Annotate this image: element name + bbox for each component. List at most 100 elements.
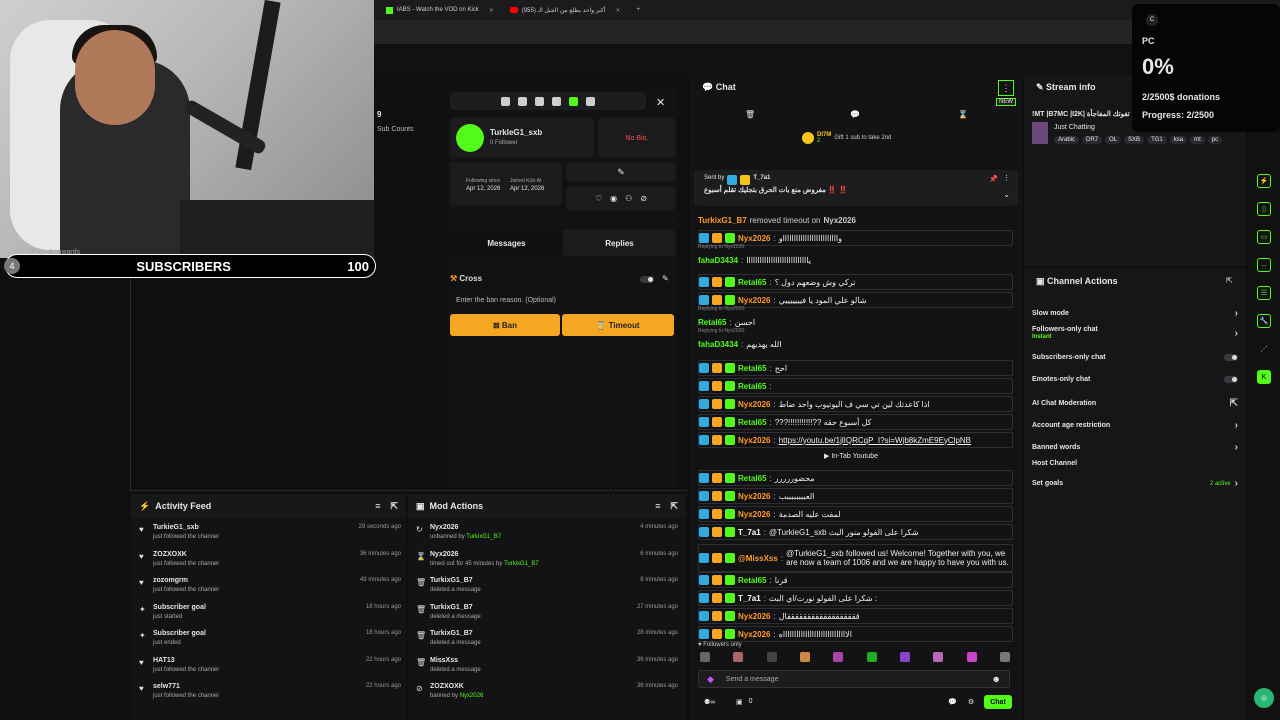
emote[interactable] [933, 652, 944, 662]
chat-username[interactable]: Nyx2026 [738, 400, 770, 409]
subscribers-only-chat[interactable]: Subscribers-only chat [1032, 354, 1238, 361]
layout-icon[interactable]: ☰ [1257, 286, 1271, 300]
emoji-icon[interactable]: ◆ [707, 674, 714, 685]
close-icon[interactable]: ✕ [615, 7, 620, 14]
activity-item[interactable]: ♥ HAT13 just followed the channel 22 hours … [139, 655, 401, 681]
activity-item[interactable]: ✦ Subscriber goal just started 18 hours ago [139, 602, 401, 628]
subscribers-only-toggle[interactable] [1224, 354, 1238, 361]
chat-username[interactable]: Retal65 [738, 364, 766, 373]
chat-bubble-icon[interactable]: 💬 [850, 110, 860, 119]
heart-icon[interactable]: ♡ [595, 194, 602, 203]
pin-icon[interactable]: 📌 [989, 175, 998, 183]
emote[interactable] [833, 652, 844, 662]
intab-youtube[interactable]: ▶ In-Tab Youtube [824, 452, 878, 460]
chat-username[interactable]: Nyx2026 [738, 296, 770, 305]
close-icon[interactable]: ✕ [489, 7, 494, 14]
ban-reason-input[interactable]: Enter the ban reason. (Optional) [450, 292, 676, 310]
stream-tag[interactable]: OL [1105, 136, 1122, 144]
smile-icon[interactable]: ☻ [992, 674, 1001, 684]
tab-youtube[interactable]: أكبر واحد يطلع من الجبل الـ (955) ✕ [504, 2, 627, 18]
more-icon[interactable]: ⋮ [1003, 174, 1010, 182]
mod-action-item[interactable]: ⌛ Nyx2026 timed out for 45 minutes by Turk… [416, 549, 678, 575]
chat-message[interactable]: fahaD3434: الله يهديهم [698, 336, 1013, 352]
arrows-icon[interactable]: ↔ [1257, 258, 1271, 272]
chat-message[interactable]: Retal65:???!!!!!!!!!!!?? كل أسبوع حقه [698, 414, 1013, 430]
activity-item[interactable]: ✦ Subscriber goal just ended 18 hours ago [139, 628, 401, 654]
followers-only-chat[interactable]: Followers-only chat Instant › [1032, 326, 1238, 340]
gift-banner[interactable]: DI7M 2 Gift 1 sub to take 2nd [802, 132, 891, 144]
chat-message[interactable]: Retal65: احح [698, 360, 1013, 376]
phone-icon[interactable]: ▯ [1257, 202, 1271, 216]
chat-send-button[interactable]: Chat [984, 695, 1012, 709]
emote[interactable] [866, 652, 877, 662]
chat-username[interactable]: Nyx2026 [738, 630, 770, 639]
chat-message[interactable]: Nyx2026: الاااااااااااااااااااااااااااااه [698, 626, 1013, 642]
mod-action-item[interactable]: 🗑 TurkixG1_B7 deleted a message 28 minutes… [416, 628, 678, 654]
chat-username[interactable]: fahaD3434 [698, 340, 738, 349]
chat-message[interactable]: Retal65: تركي وش وضعهم دول ؟ [698, 274, 1013, 290]
chat-message[interactable]: Nyx2026: ققققققققققققققققققال [698, 608, 1013, 624]
popout-icon[interactable]: ⇱ [390, 501, 398, 512]
emote[interactable] [766, 652, 777, 662]
ai-chat-moderation[interactable]: AI Chat Moderation ⇱ [1032, 398, 1238, 409]
users-icon[interactable]: ⚉∞ [704, 698, 715, 706]
stream-tag[interactable]: DR7 [1082, 136, 1103, 144]
emote[interactable] [966, 652, 977, 662]
emotes-only-chat[interactable]: Emotes-only chat [1032, 376, 1238, 383]
chat-username[interactable]: Retal65 [738, 474, 766, 483]
activity-item[interactable]: ♥ TurkieG1_sxb just followed the channel 29… [139, 522, 401, 548]
chat-username[interactable]: Retal65 [738, 576, 766, 585]
chat-message[interactable]: Retal65: قرنا [698, 572, 1013, 588]
chat-message[interactable]: Retal65: محضوررررر [698, 470, 1013, 486]
ban-button[interactable]: ⊠ Ban [450, 314, 560, 336]
chat-message[interactable]: @MissXss: @TurkieG1_sxb followed us! Welc… [698, 544, 1013, 572]
chat-username[interactable]: Retal65 [738, 382, 766, 391]
users-icon[interactable]: ⚇ [625, 194, 632, 203]
gear-icon[interactable]: ⚙ [968, 698, 974, 706]
chat-username[interactable]: Nyx2026 [738, 492, 770, 501]
host-channel[interactable]: Host Channel [1032, 460, 1238, 467]
chat-message[interactable]: fahaD3434: ياااااااااااااااااااااااااااا [698, 252, 1013, 268]
hammer-icon[interactable] [586, 96, 595, 106]
emote[interactable] [700, 652, 710, 662]
share-icon[interactable]: ⋰ [1257, 342, 1271, 356]
username[interactable]: TurkleG1_sxb [490, 128, 542, 137]
chat-message[interactable]: T_7a1: شكرا على الفولو نورت/اي البث : [698, 590, 1013, 606]
stream-tag[interactable]: TG1 [1147, 136, 1167, 144]
mod-action-item[interactable]: 🗑 TurkixG1_B7 deleted a message 8 minutes … [416, 575, 678, 601]
emote[interactable] [799, 652, 810, 662]
chat-message[interactable]: Nyx2026: اذا كاعدتك لين تي سي ف اليوتيوب … [698, 396, 1013, 412]
chat-username[interactable]: Nyx2026 [738, 510, 770, 519]
filter-icon[interactable]: ≡ [655, 501, 660, 511]
chat-message[interactable]: Retal65: [698, 378, 1013, 394]
chat-username[interactable]: Retal65 [698, 318, 726, 327]
cross-toggle[interactable] [640, 276, 656, 284]
account-age-restriction[interactable]: Account age restriction › [1032, 420, 1238, 431]
chat-message[interactable]: Nyx2026: العببببببببب [698, 488, 1013, 504]
chat-username[interactable]: Nyx2026 [738, 612, 770, 621]
set-goals[interactable]: Set goals 2 active › [1032, 478, 1238, 489]
activity-item[interactable]: ♥ zozomgrm just followed the channel 49 min… [139, 575, 401, 601]
chat-text[interactable]: https://youtu.be/1jlIQRCqP_I?si=Wjb8kZmE… [779, 436, 971, 445]
stream-tag[interactable]: pc [1207, 136, 1223, 144]
chat-icon[interactable] [569, 96, 578, 106]
activity-item[interactable]: ♥ ZOZXOXK just followed the channel 36 minu… [139, 549, 401, 575]
avatar[interactable] [456, 124, 484, 152]
stream-tag[interactable]: Arabic [1054, 136, 1080, 144]
emote[interactable] [733, 652, 744, 662]
eye-icon[interactable]: ◉ [610, 194, 617, 203]
tab-kick[interactable]: IABS - Watch the VOD on Kick ✕ [380, 2, 500, 18]
support-icon[interactable]: ◎ [1254, 688, 1274, 708]
kick-icon[interactable]: K [1257, 370, 1271, 384]
category-thumbnail[interactable] [1032, 122, 1048, 144]
emotes-only-toggle[interactable] [1224, 376, 1238, 383]
mod-action-item[interactable]: 🗑 TurkixG1_B7 deleted a message 27 minutes… [416, 602, 678, 628]
wrench-icon[interactable]: 🔧 [1257, 314, 1271, 328]
chat-username[interactable]: fahaD3434 [698, 256, 738, 265]
chat-username[interactable]: Nyx2026 [738, 234, 770, 243]
chat-bubble-icon[interactable]: 💬 [948, 698, 957, 706]
lightning-icon[interactable] [535, 96, 544, 106]
activity-item[interactable]: ♥ selw771 just followed the channel 22 hour… [139, 681, 401, 707]
emote[interactable] [999, 652, 1010, 662]
chat-menu-icon[interactable]: ⋮ [998, 80, 1014, 96]
